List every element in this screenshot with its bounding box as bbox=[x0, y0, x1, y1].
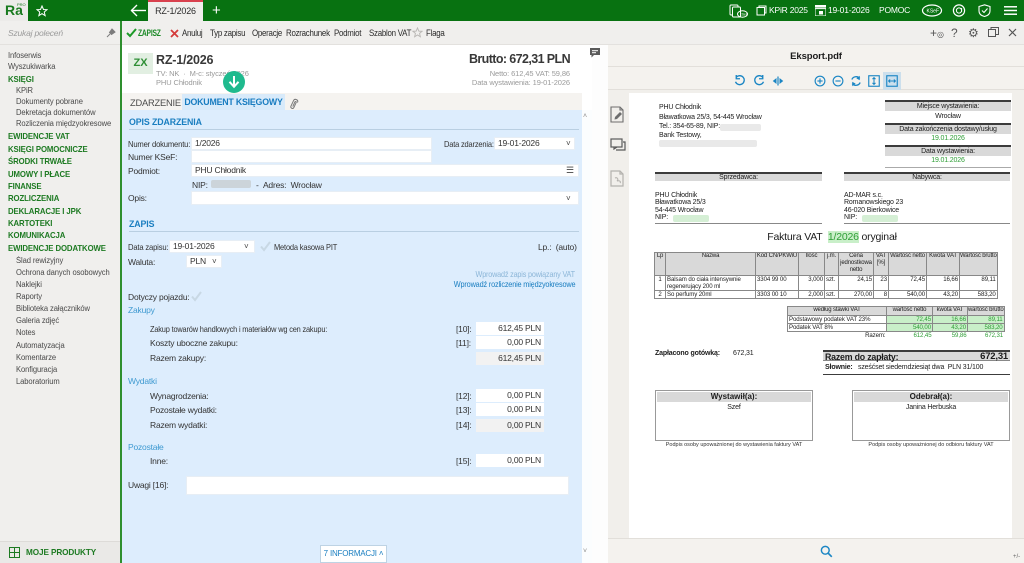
svg-text:KSeF: KSeF bbox=[927, 9, 940, 15]
svg-text:KSeF: KSeF bbox=[740, 13, 748, 17]
